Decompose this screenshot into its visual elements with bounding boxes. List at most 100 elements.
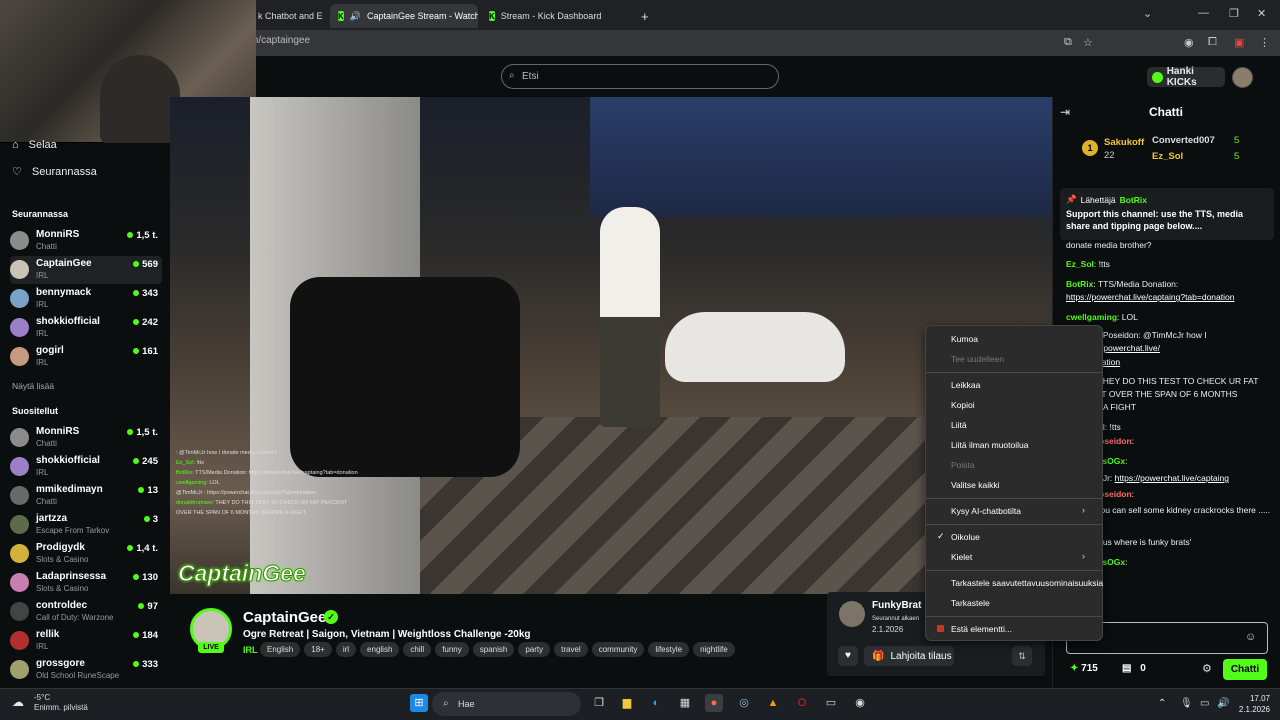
- network-icon[interactable]: ▭: [1200, 698, 1209, 709]
- context-menu-item[interactable]: Kielet: [951, 552, 972, 562]
- channel-item[interactable]: Prodigydk Slots & Casino 1,4 t.: [10, 540, 162, 568]
- bookmark-star-icon[interactable]: ☆: [1083, 36, 1093, 49]
- sidebar-following[interactable]: ♡ Seurannassa: [12, 165, 97, 179]
- opera-icon[interactable]: O: [793, 694, 811, 712]
- more-options-icon[interactable]: ⇅: [1012, 646, 1032, 666]
- context-menu-item[interactable]: Liitä ilman muotoilua: [951, 440, 1028, 450]
- file-explorer-icon[interactable]: ▆: [618, 694, 636, 712]
- channel-item[interactable]: CaptainGee IRL 569: [10, 256, 162, 284]
- maximize-icon[interactable]: ❐: [1229, 7, 1239, 20]
- chat-username[interactable]: BotRix: [1066, 279, 1093, 289]
- live-dot-icon: [133, 574, 140, 580]
- stream-tag[interactable]: chill: [403, 642, 432, 657]
- taskbar-clock[interactable]: 17.07 2.1.2026: [1218, 693, 1270, 715]
- context-menu-item[interactable]: Leikkaa: [951, 380, 980, 390]
- chat-message: cwellgaming: LOL: [1066, 311, 1272, 324]
- stream-tag[interactable]: lifestyle: [648, 642, 690, 657]
- browser-menu-icon[interactable]: ⋮: [1259, 36, 1270, 49]
- video-player[interactable]: [170, 97, 1052, 594]
- chat-username[interactable]: Ez_Sol: [1066, 259, 1094, 269]
- context-menu-item[interactable]: Valitse kaikki: [951, 480, 1000, 490]
- context-menu-item[interactable]: Estä elementti...: [951, 624, 1012, 634]
- channel-item[interactable]: rellik IRL 184: [10, 627, 162, 655]
- tab-search-icon[interactable]: ⌄: [1143, 7, 1152, 20]
- stream-tag[interactable]: english: [360, 642, 400, 657]
- taskbar-search[interactable]: Hae: [432, 692, 581, 716]
- close-window-icon[interactable]: ✕: [1257, 7, 1266, 20]
- viewer-count-value: 1,5 t.: [136, 427, 158, 438]
- stream-category[interactable]: IRL: [243, 645, 258, 655]
- channel-item[interactable]: gogirl IRL 161: [10, 343, 162, 371]
- stream-tag[interactable]: irl: [335, 642, 357, 657]
- browser-tab[interactable]: KStream - Kick Dashboard✕: [481, 4, 629, 28]
- store-icon[interactable]: ▦: [676, 694, 694, 712]
- channel-item[interactable]: shokkiofficial IRL 245: [10, 453, 162, 481]
- context-menu-item[interactable]: Kumoa: [951, 334, 978, 344]
- browser-tab-active[interactable]: K🔊CaptainGee Stream - Watch✕: [330, 4, 478, 28]
- extension-badge-icon[interactable]: ▣: [1234, 36, 1244, 49]
- stream-tag[interactable]: community: [591, 642, 645, 657]
- gift-sub-button[interactable]: 🎁 Lahjoita tilaus: [864, 646, 954, 666]
- context-menu-item[interactable]: Tarkastele: [951, 598, 990, 608]
- channel-item[interactable]: MonniRS Chatti 1,5 t.: [10, 227, 162, 255]
- emoji-icon[interactable]: ☺: [1245, 631, 1256, 643]
- microphone-icon[interactable]: 🎙: [1180, 698, 1193, 709]
- channel-item[interactable]: bennymack IRL 343: [10, 285, 162, 313]
- context-menu-item[interactable]: Liitä: [951, 420, 967, 430]
- stream-tag[interactable]: English: [260, 642, 301, 657]
- stream-tag[interactable]: funny: [435, 642, 469, 657]
- channel-item[interactable]: MonniRS Chatti 1,5 t.: [10, 424, 162, 452]
- steam-icon[interactable]: ◎: [735, 694, 753, 712]
- new-tab-button[interactable]: +: [633, 4, 657, 28]
- minimize-icon[interactable]: —: [1198, 7, 1209, 19]
- chat-username[interactable]: cwellgaming: [1066, 312, 1117, 322]
- chat-link[interactable]: https://powerchat.live/captaing?tab=dona…: [1066, 292, 1234, 302]
- vlc-icon[interactable]: ▲: [764, 694, 782, 712]
- terminal-icon[interactable]: ▭: [822, 694, 840, 712]
- live-dot-icon: [138, 603, 145, 609]
- extensions-icon[interactable]: ⧠: [1208, 36, 1217, 49]
- chat-text: :: [1131, 436, 1135, 446]
- channel-item[interactable]: mmikedimayn Chatti 13: [10, 482, 162, 510]
- get-kicks-button[interactable]: Hanki KICKs: [1147, 66, 1225, 88]
- windows-start-icon[interactable]: ⊞: [410, 694, 428, 712]
- url-text[interactable]: m/captaingee: [250, 35, 310, 46]
- channel-item[interactable]: grossgore Old School RuneScape 333: [10, 656, 162, 684]
- sidebar-browse[interactable]: ⌂ Selaa: [12, 139, 57, 151]
- firefox-icon[interactable]: ●: [705, 694, 723, 712]
- stream-tag[interactable]: party: [518, 642, 551, 657]
- context-menu-item[interactable]: Oikolue: [951, 532, 980, 542]
- show-more-link[interactable]: Näytä lisää: [12, 381, 54, 391]
- pinned-message[interactable]: 📌 Lähettäjä BotRix Support this channel: u…: [1060, 188, 1274, 240]
- context-menu-item[interactable]: Tarkastele saavutettavuusominaisuuksia: [951, 578, 1103, 588]
- overlay-text: : THEY DO THIS TEST TO CHECK UR FAT PERC…: [212, 500, 348, 506]
- obs-icon[interactable]: ◉: [851, 694, 869, 712]
- send-chat-button[interactable]: Chatti: [1223, 659, 1267, 680]
- follow-heart-button[interactable]: ♥: [838, 646, 858, 666]
- install-app-icon[interactable]: ⧉: [1064, 36, 1072, 49]
- stream-tag[interactable]: spanish: [472, 642, 515, 657]
- stream-tag[interactable]: 18+: [304, 642, 332, 657]
- edge-icon[interactable]: ◐: [647, 694, 665, 712]
- channel-name: mmikedimayn: [36, 484, 103, 495]
- profile-icon[interactable]: ◉: [1184, 36, 1194, 49]
- user-avatar[interactable]: [1232, 67, 1253, 88]
- search-input[interactable]: Etsi: [501, 64, 779, 89]
- channel-name: jartzza: [36, 513, 68, 524]
- channel-item[interactable]: Ladaprinsessa Slots & Casino 130: [10, 569, 162, 597]
- stream-tag[interactable]: travel: [554, 642, 588, 657]
- context-menu-item[interactable]: Kysy AI-chatbotilta: [951, 506, 1021, 516]
- stream-tag[interactable]: nightlife: [693, 642, 735, 657]
- channel-item[interactable]: shokkiofficial IRL 242: [10, 314, 162, 342]
- channel-avatar: [10, 428, 29, 447]
- channel-item[interactable]: controldec Call of Duty: Warzone 97: [10, 598, 162, 626]
- tray-chevron-icon[interactable]: ⌃: [1158, 698, 1166, 709]
- channel-item[interactable]: jartzza Escape From Tarkov 3: [10, 511, 162, 539]
- streamer-name[interactable]: CaptainGee: [243, 609, 326, 626]
- context-menu-item[interactable]: Kopioi: [951, 400, 975, 410]
- chat-settings-icon[interactable]: ⚙: [1202, 662, 1212, 675]
- chat-link[interactable]: https://powerchat.live/captaing: [1115, 473, 1229, 483]
- browser-tab[interactable]: k Chatbot and E✕: [250, 4, 328, 28]
- task-view-icon[interactable]: ❐: [590, 694, 608, 712]
- temperature: -5°C: [34, 693, 51, 702]
